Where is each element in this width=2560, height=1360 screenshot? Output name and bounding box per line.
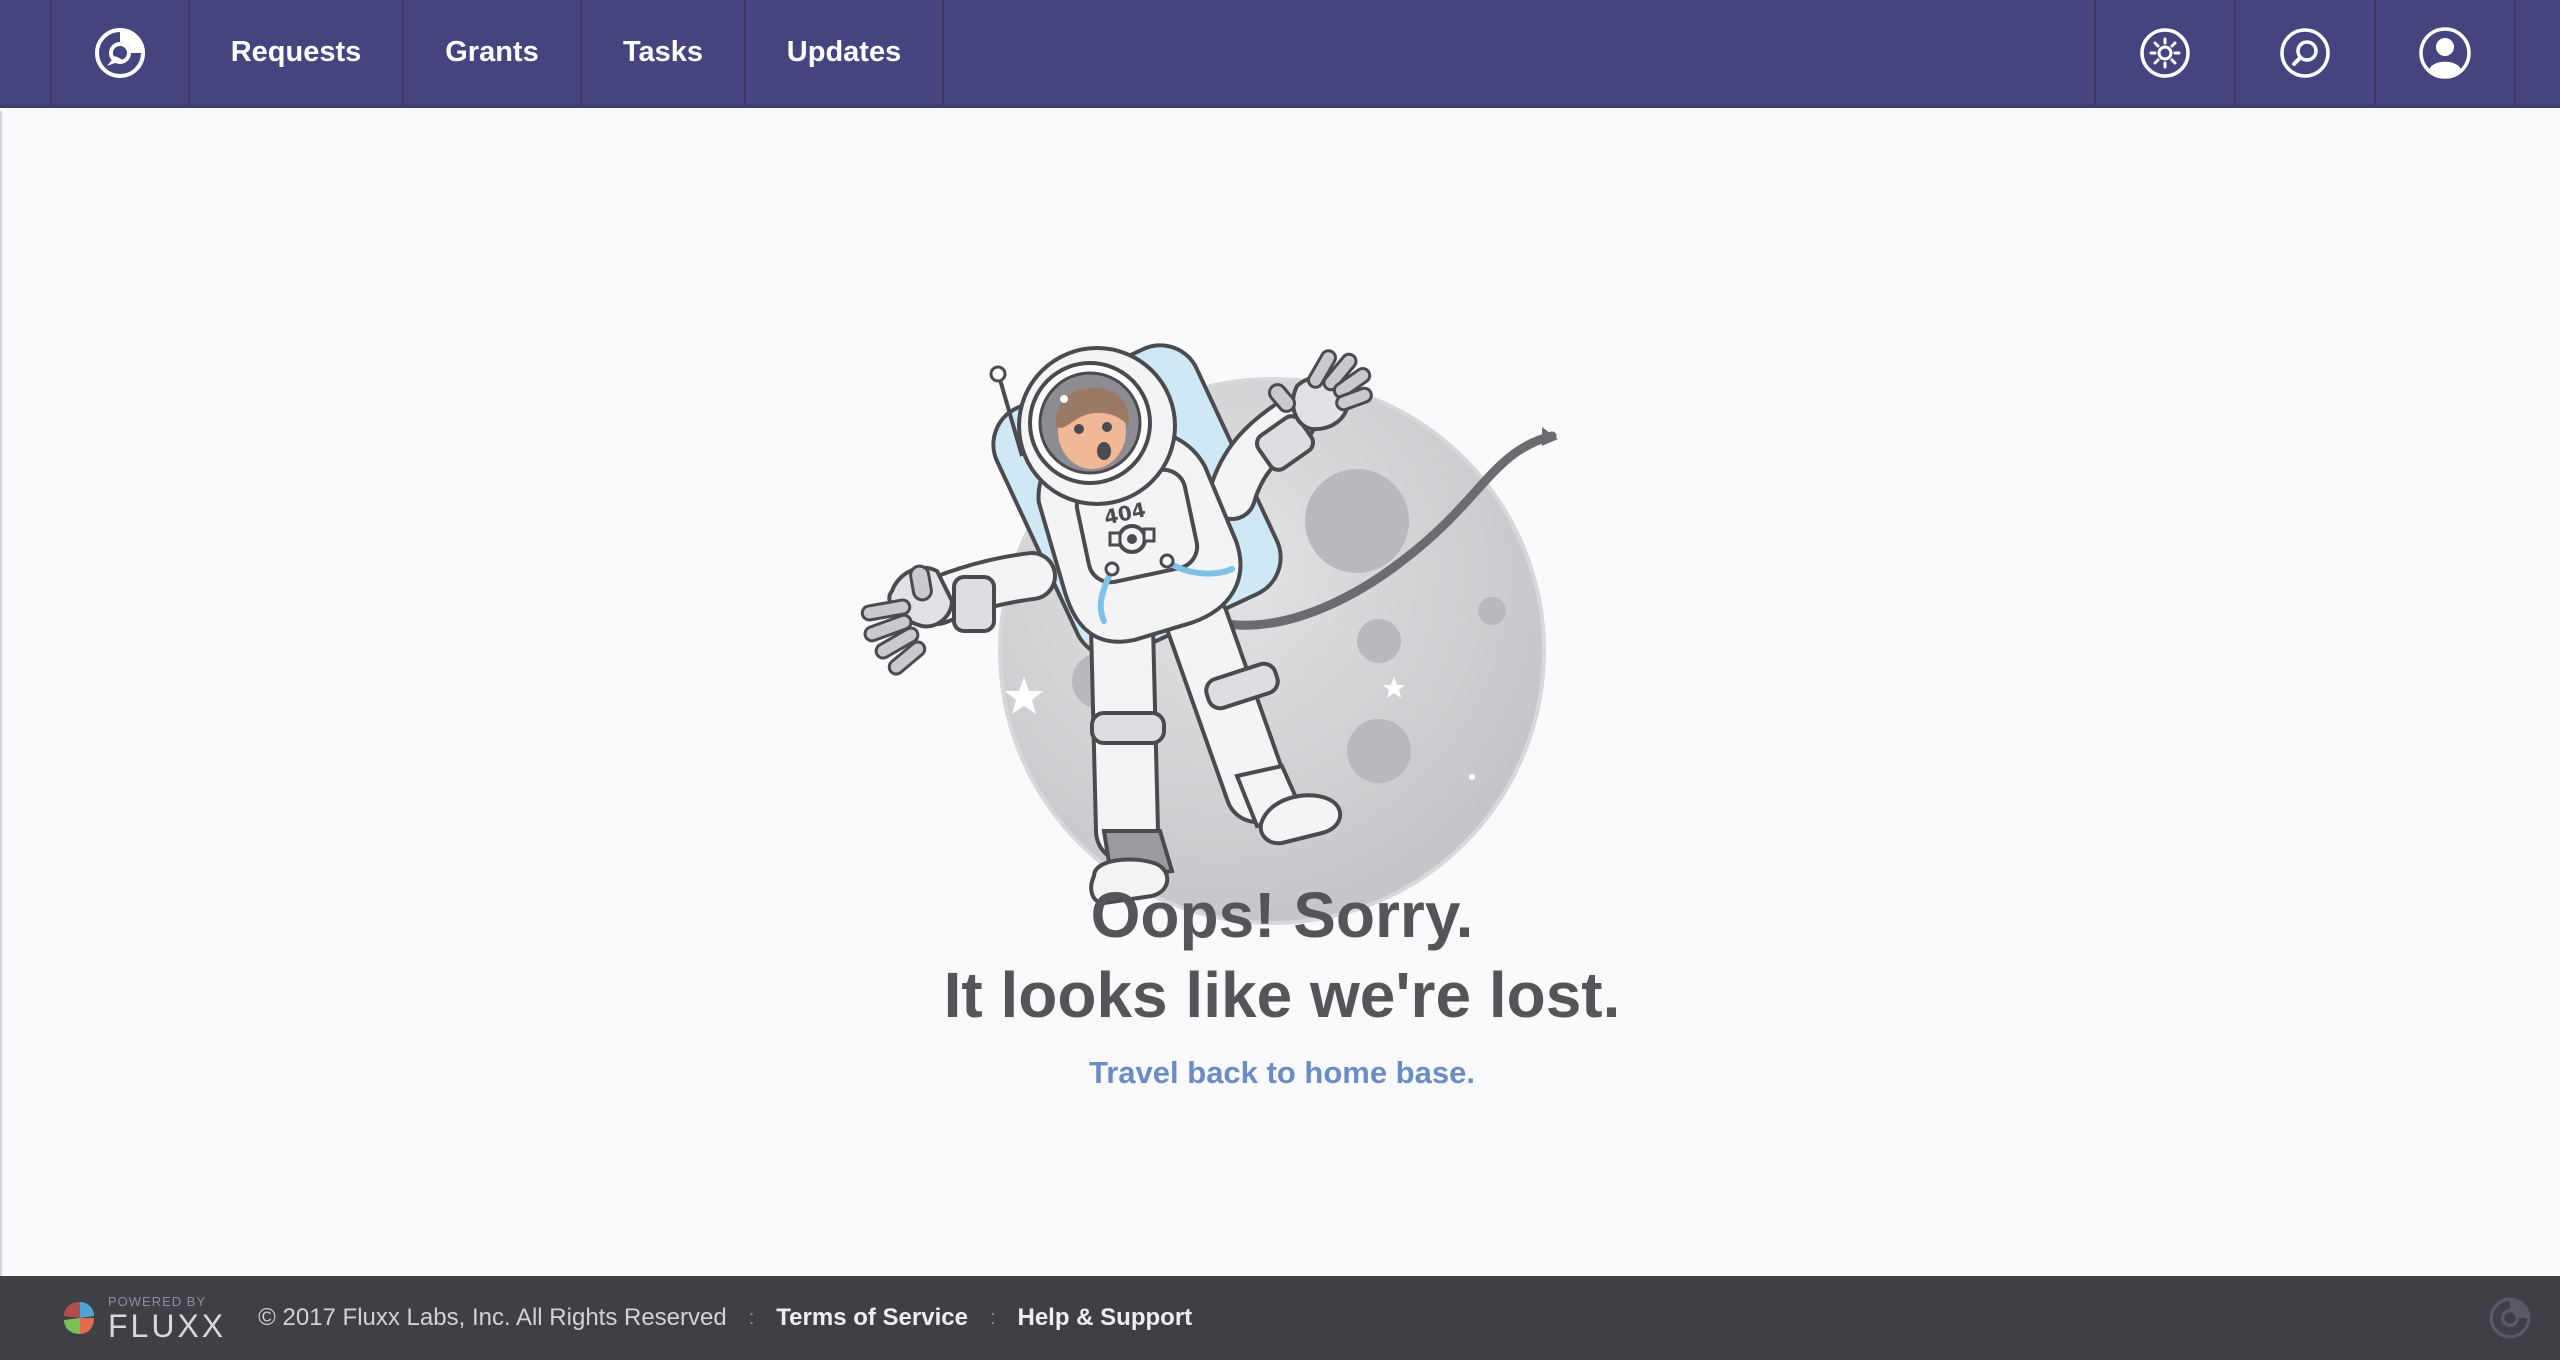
search-button[interactable] xyxy=(2236,0,2374,105)
home-logo-button[interactable] xyxy=(52,0,188,105)
nav-grants[interactable]: Grants xyxy=(404,0,580,105)
top-nav-bar: Requests Grants Tasks Updates xyxy=(0,0,2560,108)
error-heading-line-2: It looks like we're lost. xyxy=(943,959,1621,1031)
copyright-text: © 2017 Fluxx Labs, Inc. All Rights Reser… xyxy=(258,1304,727,1331)
fluxx-compass-icon xyxy=(95,27,145,78)
footer-separator: : xyxy=(748,1306,755,1329)
nav-tasks[interactable]: Tasks xyxy=(582,0,744,105)
help-support-link[interactable]: Help & Support xyxy=(1018,1304,1193,1332)
footer-bar: POWERED BY FLUXX © 2017 Fluxx Labs, Inc.… xyxy=(0,1276,2560,1360)
astronaut-moon-icon: 404 xyxy=(860,343,1558,925)
terms-of-service-link[interactable]: Terms of Service xyxy=(776,1304,968,1332)
footer-compass-logo xyxy=(2488,1296,2532,1347)
home-base-link[interactable]: Travel back to home base. xyxy=(2,1055,2560,1091)
powered-by-fluxx[interactable]: POWERED BY FLUXX xyxy=(58,1295,226,1342)
search-icon xyxy=(2280,27,2330,78)
powered-by-label: POWERED BY xyxy=(108,1293,207,1309)
settings-button[interactable] xyxy=(2096,0,2234,105)
settings-icon xyxy=(2140,27,2190,78)
fluxx-leaf-logo-icon xyxy=(64,1302,94,1334)
nav-updates[interactable]: Updates xyxy=(746,0,942,105)
nav-requests[interactable]: Requests xyxy=(190,0,402,105)
astronaut-illustration: 404 xyxy=(842,231,1562,931)
nav-right-edge xyxy=(2516,0,2560,105)
user-profile-icon xyxy=(2419,26,2471,79)
user-profile-button[interactable] xyxy=(2376,0,2514,105)
error-page-content: 404 Oops! Sorry. It looks like we're los… xyxy=(0,111,2560,1276)
error-heading-line-1: Oops! Sorry. xyxy=(1090,879,1474,951)
fluxx-brand-text: FLUXX xyxy=(108,1307,227,1344)
fluxx-compass-icon xyxy=(2489,1297,2531,1339)
footer-separator: : xyxy=(989,1306,996,1329)
